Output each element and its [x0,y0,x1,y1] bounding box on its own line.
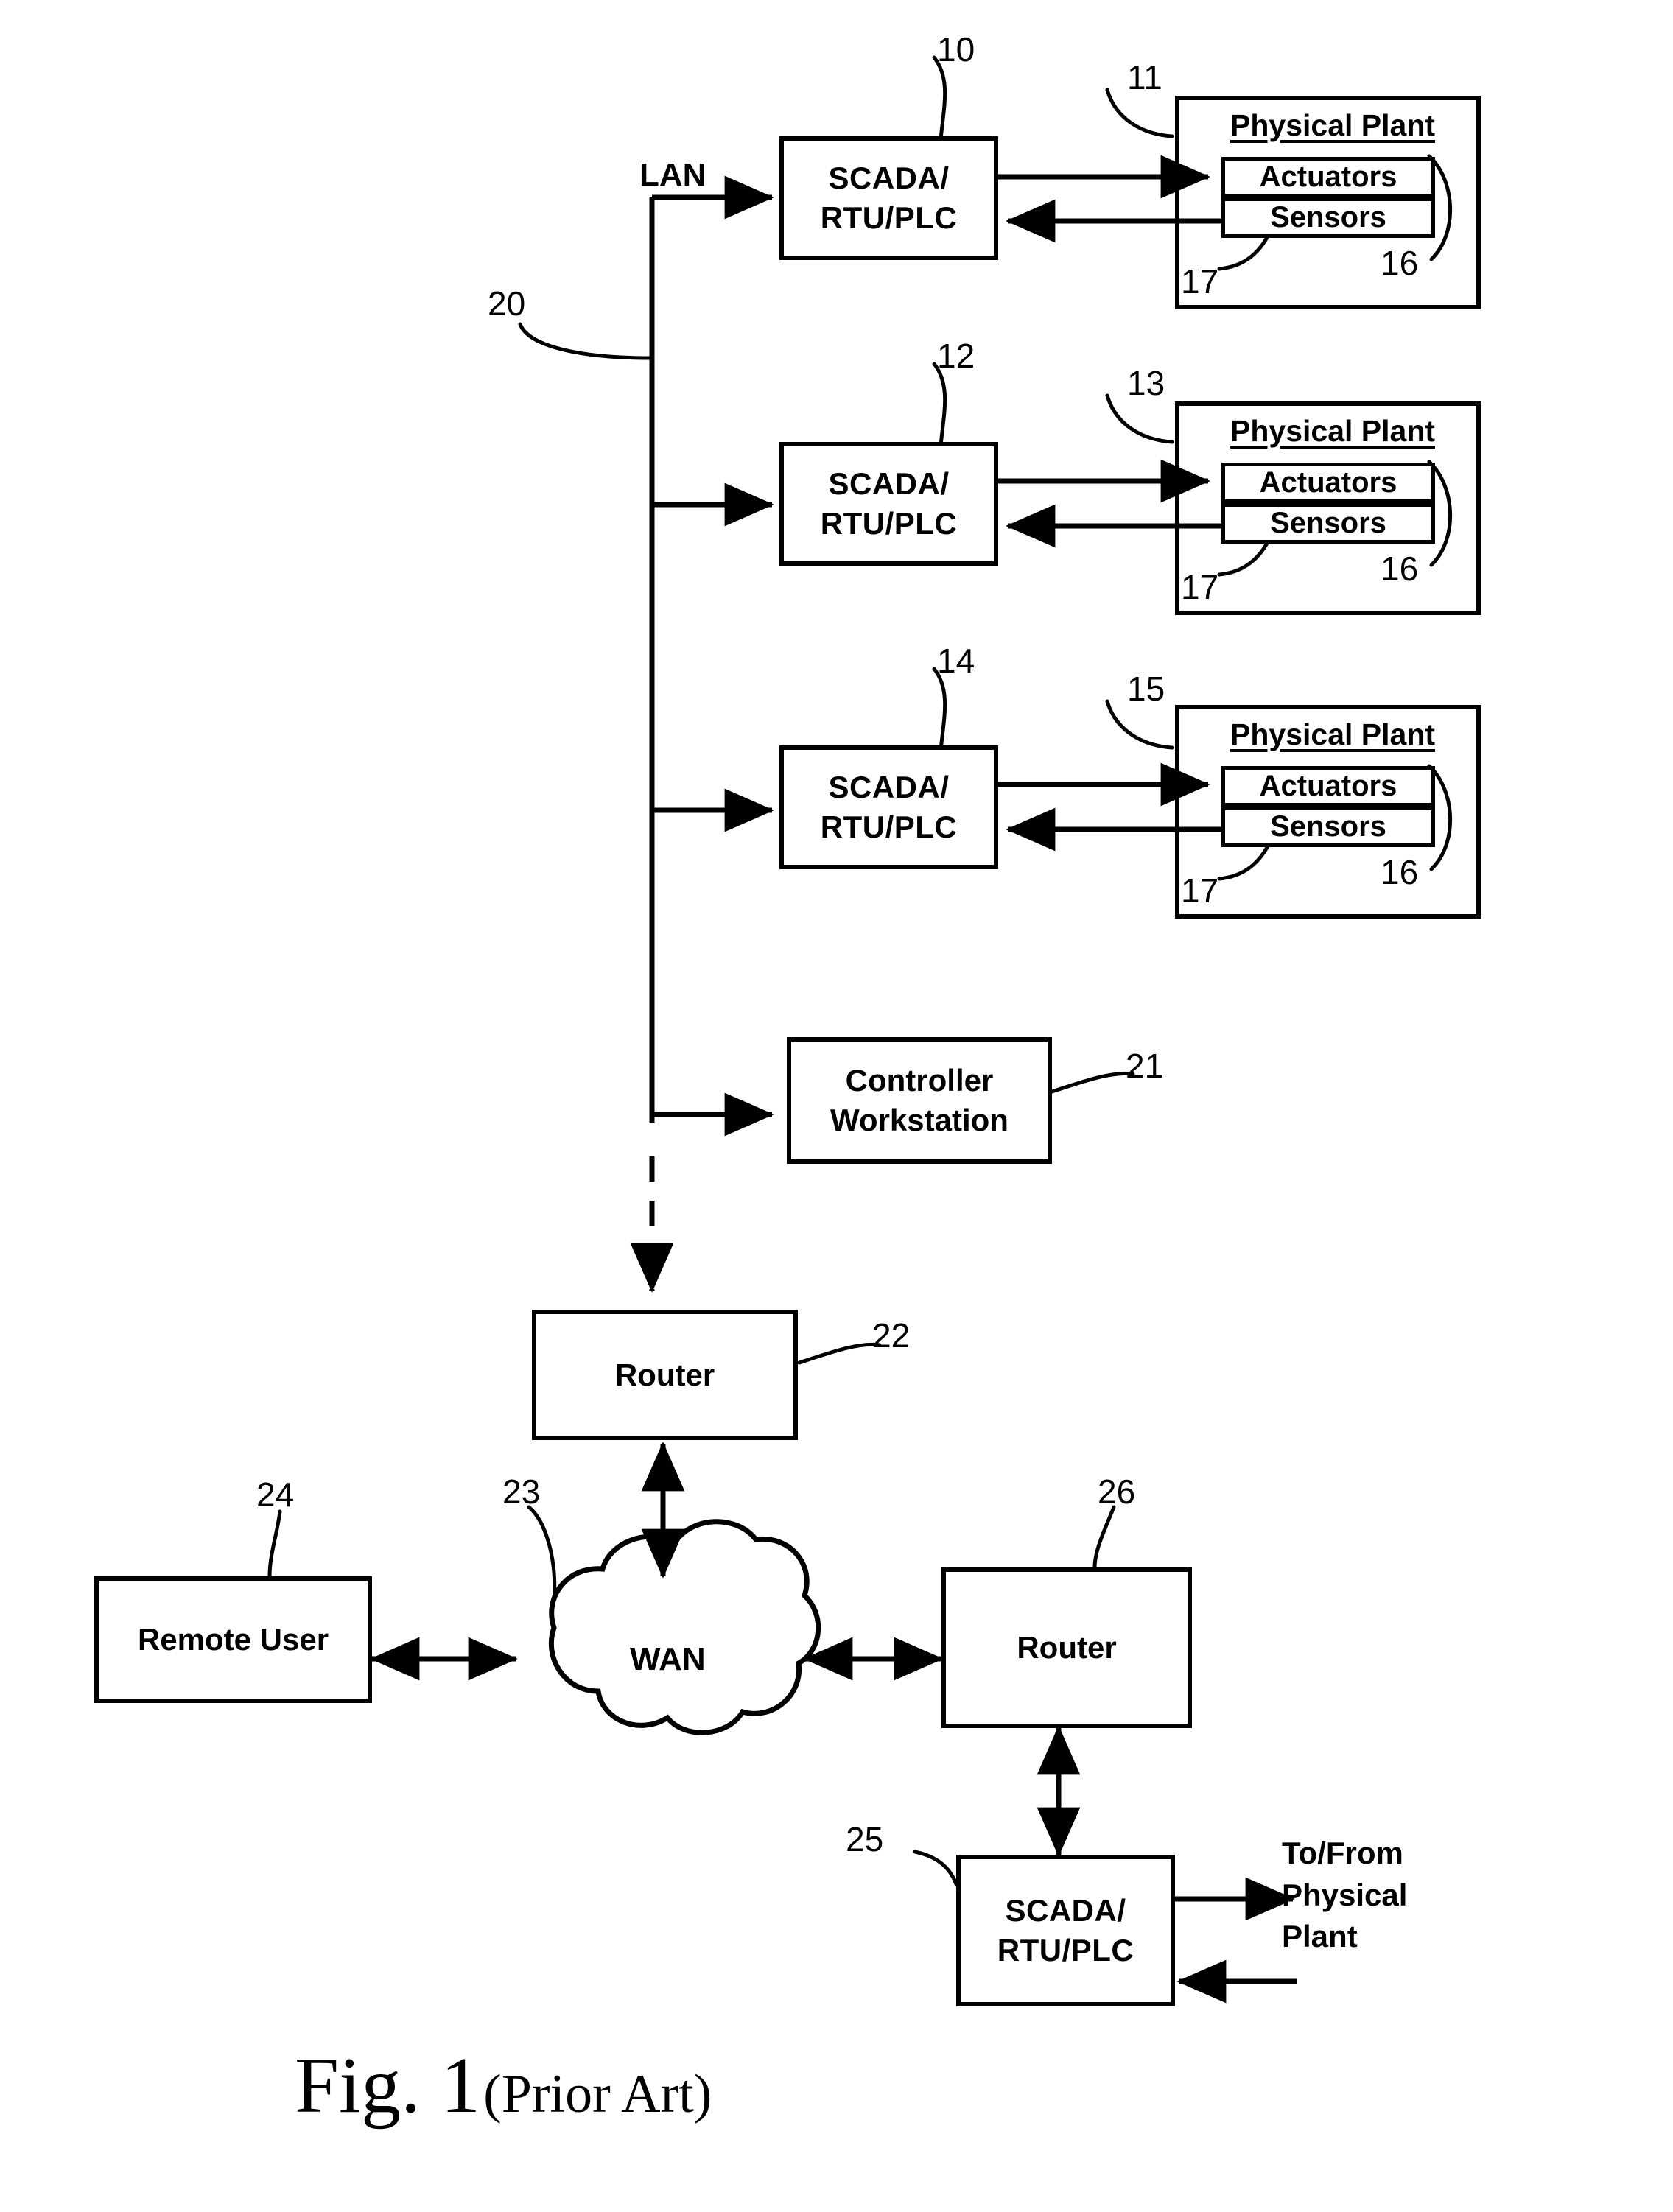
leader-ref-25 [913,1850,958,1886]
to-from-physical-plant-line2: Physical [1282,1877,1408,1912]
controller-workstation-line1: Controller [845,1063,994,1098]
controller-workstation-line2: Workstation [830,1103,1009,1137]
leader-ref-12 [932,362,947,449]
ref-label-21: 21 [1126,1047,1164,1085]
to-from-physical-plant-line1: To/From [1282,1836,1403,1870]
ref-label-13: 13 [1127,364,1165,402]
ref-label-17-plant-3: 17 [1181,871,1219,910]
ref-label-26: 26 [1098,1472,1136,1511]
leader-ref-10 [932,55,947,142]
scada-remote-line1: SCADA/ [1005,1893,1126,1928]
scada-block-3-line2: RTU/PLC [820,810,958,844]
router-remote-label: Router [1017,1630,1117,1665]
physical-plant-2-title: Physical Plant [1230,414,1436,448]
ref-label-23: 23 [502,1472,541,1511]
controller-workstation-block[interactable]: Controller Workstation [787,1037,1052,1164]
patent-figure-page: SCADA/ RTU/PLC 10 Physical Plant Actuato… [0,0,1673,2212]
remote-user-label: Remote User [137,1622,329,1657]
ref-label-16-plant-2: 16 [1381,550,1419,588]
ref-label-11: 11 [1127,58,1162,96]
scada-rtu-plc-remote-block[interactable]: SCADA/ RTU/PLC [956,1855,1175,2006]
router-local-block[interactable]: Router [532,1310,798,1440]
scada-block-2-line2: RTU/PLC [820,506,958,541]
figure-caption: Fig. 1 (Prior Art) [295,2040,712,2132]
scada-remote-line2: RTU/PLC [997,1933,1134,1967]
sensors-block-3: Sensors [1221,807,1435,847]
scada-rtu-plc-block-2[interactable]: SCADA/ RTU/PLC [779,442,998,566]
ref-label-12: 12 [937,337,975,375]
leader-ref-23 [527,1505,557,1602]
physical-plant-3-title: Physical Plant [1230,717,1436,751]
actuators-block-2: Actuators [1221,463,1435,503]
sensors-block-1: Sensors [1221,197,1435,238]
scada-block-1-line1: SCADA/ [828,161,950,196]
leader-ref-21 [1050,1071,1135,1094]
ref-label-16-plant-1: 16 [1381,244,1419,282]
scada-rtu-plc-block-3[interactable]: SCADA/ RTU/PLC [779,745,998,869]
remote-user-block[interactable]: Remote User [94,1576,372,1703]
scada-block-1-line2: RTU/PLC [820,200,958,235]
ref-label-20: 20 [488,284,526,323]
leader-ref-24 [267,1509,282,1579]
sensors-block-2: Sensors [1221,503,1435,544]
scada-block-2-line1: SCADA/ [828,466,950,502]
scada-block-3-line1: SCADA/ [828,770,950,805]
ref-label-25: 25 [846,1820,884,1858]
ref-label-17-plant-2: 17 [1181,568,1219,606]
ref-label-14: 14 [937,642,975,680]
leader-ref-14 [932,667,947,754]
leader-ref-20 [518,322,654,360]
actuators-block-3: Actuators [1221,766,1435,807]
router-local-label: Router [614,1357,715,1392]
ref-label-22: 22 [872,1316,911,1355]
ref-label-10: 10 [937,30,975,69]
leader-ref-22 [797,1342,882,1365]
figure-caption-sub: (Prior Art) [483,2064,712,2124]
ref-label-24: 24 [256,1475,295,1514]
figure-caption-main: Fig. 1 [295,2042,481,2130]
leader-ref-26 [1092,1505,1116,1570]
wan-cloud-shape [548,1519,821,1735]
ref-label-15: 15 [1127,670,1165,708]
physical-plant-1-title: Physical Plant [1230,108,1436,142]
actuators-block-1: Actuators [1221,157,1435,197]
router-remote-block[interactable]: Router [941,1567,1192,1728]
to-from-physical-plant-label: To/From Physical Plant [1282,1833,1407,1958]
scada-rtu-plc-block-1[interactable]: SCADA/ RTU/PLC [779,136,998,260]
ref-label-17-plant-1: 17 [1181,262,1219,301]
to-from-physical-plant-line3: Plant [1282,1919,1358,1954]
lan-label: LAN [639,157,706,193]
wan-label: WAN [630,1641,706,1677]
ref-label-16-plant-3: 16 [1381,853,1419,891]
